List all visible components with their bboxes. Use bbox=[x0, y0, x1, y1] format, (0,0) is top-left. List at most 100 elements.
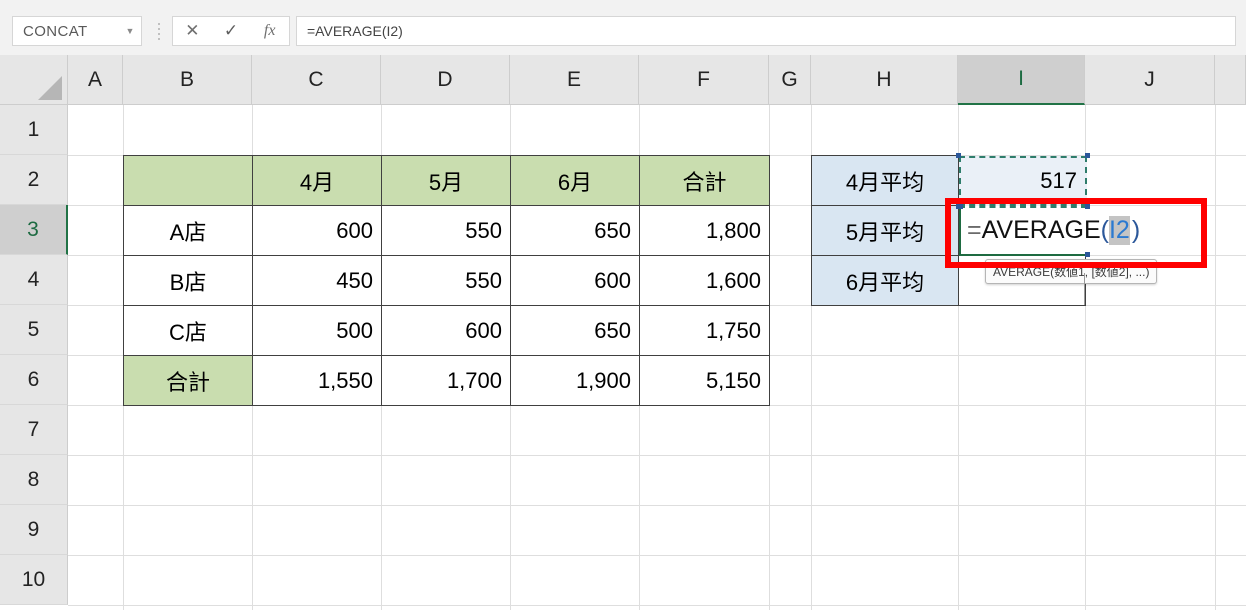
column-header-e[interactable]: E bbox=[510, 55, 639, 105]
cell-c2[interactable]: 4月 bbox=[252, 155, 382, 206]
row-header-5[interactable]: 5 bbox=[0, 305, 68, 355]
cell-d3[interactable]: 550 bbox=[381, 205, 511, 256]
cell-i2-copy-source[interactable]: 517 bbox=[956, 153, 1090, 209]
cell-b3[interactable]: A店 bbox=[123, 205, 253, 256]
name-box-value: CONCAT bbox=[23, 22, 88, 40]
cell-text: 650 bbox=[594, 317, 631, 343]
row-header-label: 1 bbox=[27, 117, 40, 141]
select-all-button[interactable] bbox=[0, 55, 68, 105]
cell-d2[interactable]: 5月 bbox=[381, 155, 511, 206]
selection-handle[interactable] bbox=[1085, 153, 1090, 158]
row-header-2[interactable]: 2 bbox=[0, 155, 68, 205]
cell-e3[interactable]: 650 bbox=[510, 205, 640, 256]
cell-text: 650 bbox=[594, 217, 631, 243]
row-header-label: 8 bbox=[27, 467, 40, 491]
row-header-6[interactable]: 6 bbox=[0, 355, 68, 405]
cell-d6[interactable]: 1,700 bbox=[381, 355, 511, 406]
column-header-h[interactable]: H bbox=[811, 55, 958, 105]
close-icon[interactable]: ✕ bbox=[173, 17, 212, 45]
row-header-1[interactable]: 1 bbox=[0, 105, 68, 155]
cell-b4[interactable]: B店 bbox=[123, 255, 253, 306]
cell-e6[interactable]: 1,900 bbox=[510, 355, 640, 406]
selection-handle[interactable] bbox=[958, 204, 963, 209]
column-header-label: I bbox=[1018, 67, 1024, 90]
cell-i3-formula-editor[interactable]: = AVERAGE(I2) bbox=[958, 204, 1140, 257]
row-header-7[interactable]: 7 bbox=[0, 405, 68, 455]
row-header-label: 3 bbox=[27, 217, 39, 241]
cell-e4[interactable]: 600 bbox=[510, 255, 640, 306]
check-icon[interactable]: ✓ bbox=[212, 17, 251, 45]
cell-f3[interactable]: 1,800 bbox=[639, 205, 770, 256]
column-header-label: B bbox=[179, 67, 194, 91]
function-signature-tooltip: AVERAGE(数値1, [数値2], ...) bbox=[985, 259, 1158, 284]
formula-cell-reference[interactable]: I2 bbox=[1108, 216, 1130, 245]
cell-c3[interactable]: 600 bbox=[252, 205, 382, 256]
cell-text: 1,800 bbox=[705, 217, 761, 243]
column-header-label: J bbox=[1144, 67, 1155, 91]
cell-text: 1,700 bbox=[446, 367, 502, 393]
column-header-d[interactable]: D bbox=[381, 55, 510, 105]
row-header-4[interactable]: 4 bbox=[0, 255, 68, 305]
row-header-label: 7 bbox=[27, 417, 40, 441]
cell-d4[interactable]: 550 bbox=[381, 255, 511, 306]
cell-c4[interactable]: 450 bbox=[252, 255, 382, 306]
formula-bar-drag-handle[interactable] bbox=[154, 19, 164, 43]
selection-handle[interactable] bbox=[956, 153, 961, 158]
cell-text: 450 bbox=[336, 267, 373, 293]
column-header-a[interactable]: A bbox=[68, 55, 123, 105]
formula-open-paren: ( bbox=[1100, 216, 1109, 244]
cell-b6[interactable]: 合計 bbox=[123, 355, 253, 406]
gridline-h bbox=[68, 505, 1246, 506]
column-header-i[interactable]: I bbox=[958, 55, 1085, 105]
cell-text: 1,900 bbox=[575, 367, 631, 393]
selection-handle[interactable] bbox=[1085, 204, 1090, 209]
cell-h4[interactable]: 6月平均 bbox=[811, 255, 959, 306]
cell-f2[interactable]: 合計 bbox=[639, 155, 770, 206]
row-header-label: 5 bbox=[27, 317, 40, 341]
cell-text: 5月 bbox=[428, 169, 464, 195]
column-header-label: D bbox=[437, 67, 453, 91]
column-header-j[interactable]: J bbox=[1085, 55, 1215, 105]
cell-b5[interactable]: C店 bbox=[123, 305, 253, 356]
formula-input[interactable]: =AVERAGE(I2) bbox=[296, 16, 1236, 46]
cell-b2[interactable] bbox=[123, 155, 253, 206]
cell-text: 1,550 bbox=[317, 367, 373, 393]
row-header-3[interactable]: 3 bbox=[0, 205, 68, 255]
row-header-label: 2 bbox=[27, 167, 40, 191]
cell-f4[interactable]: 1,600 bbox=[639, 255, 770, 306]
column-header-f[interactable]: F bbox=[639, 55, 769, 105]
spreadsheet-grid[interactable]: A B C D E F G H I J 1 2 3 4 5 6 7 8 9 10… bbox=[0, 55, 1246, 610]
cell-h3[interactable]: 5月平均 bbox=[811, 205, 959, 256]
row-header-8[interactable]: 8 bbox=[0, 455, 68, 505]
cell-f5[interactable]: 1,750 bbox=[639, 305, 770, 356]
name-box[interactable]: CONCAT ▼ bbox=[12, 16, 142, 46]
fx-icon[interactable]: fx bbox=[250, 17, 289, 45]
cell-f6[interactable]: 5,150 bbox=[639, 355, 770, 406]
tooltip-text: AVERAGE(数値1, [数値2], ...) bbox=[993, 265, 1150, 279]
cell-text: 550 bbox=[465, 267, 502, 293]
cell-c6[interactable]: 1,550 bbox=[252, 355, 382, 406]
selection-handle[interactable] bbox=[1085, 252, 1090, 257]
chevron-down-icon[interactable]: ▼ bbox=[119, 26, 141, 36]
cell-d5[interactable]: 600 bbox=[381, 305, 511, 356]
formula-input-value: =AVERAGE(I2) bbox=[307, 23, 403, 39]
cell-e5[interactable]: 650 bbox=[510, 305, 640, 356]
column-header-b[interactable]: B bbox=[123, 55, 252, 105]
column-header-label: C bbox=[308, 67, 324, 91]
cell-c5[interactable]: 500 bbox=[252, 305, 382, 356]
cell-text: A店 bbox=[169, 219, 207, 245]
row-header-10[interactable]: 10 bbox=[0, 555, 68, 605]
cell-e2[interactable]: 6月 bbox=[510, 155, 640, 206]
row-header-label: 4 bbox=[27, 267, 40, 291]
gridline-h bbox=[68, 605, 1246, 606]
cell-text: 6月 bbox=[557, 169, 593, 195]
cell-text: C店 bbox=[169, 319, 207, 345]
column-header-label: E bbox=[566, 67, 581, 91]
cell-text: 合計 bbox=[682, 169, 727, 195]
row-header-9[interactable]: 9 bbox=[0, 505, 68, 555]
column-header-c[interactable]: C bbox=[252, 55, 381, 105]
cell-text: 600 bbox=[594, 267, 631, 293]
column-header-k[interactable] bbox=[1215, 55, 1246, 105]
cell-h2[interactable]: 4月平均 bbox=[811, 155, 959, 206]
column-header-g[interactable]: G bbox=[769, 55, 811, 105]
